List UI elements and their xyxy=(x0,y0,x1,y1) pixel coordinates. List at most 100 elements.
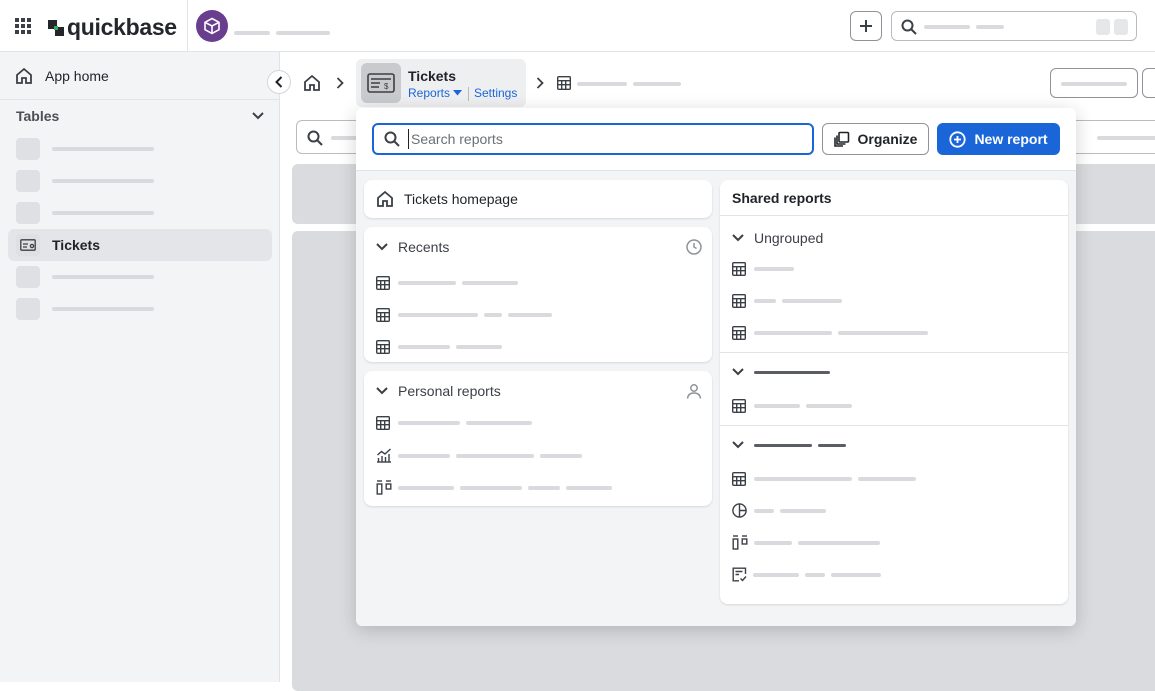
shared-report-item[interactable] xyxy=(732,262,794,276)
new-report-label: New report xyxy=(974,131,1048,147)
homepage-label: Tickets homepage xyxy=(404,191,518,207)
breadcrumb-table[interactable]: $ Tickets Reports Settings xyxy=(356,59,526,107)
table-icon xyxy=(557,76,571,90)
divider xyxy=(720,352,1068,353)
sidebar-table-item[interactable] xyxy=(8,197,272,229)
tables-header[interactable]: Tables xyxy=(16,108,264,124)
personal-report-item[interactable] xyxy=(376,416,532,430)
shared-report-item[interactable] xyxy=(732,472,916,486)
chevron-right-icon xyxy=(536,77,544,89)
toolbar-button[interactable] xyxy=(1050,68,1138,98)
organize-label: Organize xyxy=(857,131,918,147)
personal-reports-header[interactable]: Personal reports xyxy=(376,383,702,399)
sidebar-table-item[interactable] xyxy=(8,293,272,325)
table-icon xyxy=(376,308,390,322)
pie-chart-icon xyxy=(732,503,747,518)
search-reports-input[interactable] xyxy=(408,129,798,149)
chart-icon xyxy=(377,448,391,463)
recent-report-item[interactable] xyxy=(376,308,552,322)
sidebar-item-tickets[interactable]: Tickets xyxy=(8,229,272,261)
home-icon xyxy=(16,67,32,84)
app-home-label: App home xyxy=(45,67,109,84)
table-icon xyxy=(732,326,746,340)
search-icon xyxy=(901,19,917,35)
recent-report-item[interactable] xyxy=(376,340,502,354)
personal-reports-section: Personal reports xyxy=(364,371,712,506)
recent-report-item[interactable] xyxy=(376,276,518,290)
home-icon[interactable] xyxy=(303,74,321,92)
new-report-button[interactable]: New report xyxy=(937,123,1060,155)
shared-report-item[interactable] xyxy=(732,294,842,308)
search-icon xyxy=(307,130,323,146)
shared-report-item[interactable] xyxy=(732,567,881,582)
report-group-header[interactable] xyxy=(732,441,846,449)
global-search-input[interactable] xyxy=(891,11,1137,41)
brand-logo[interactable]: quickbase xyxy=(48,14,177,41)
link-separator xyxy=(468,87,469,101)
divider xyxy=(720,215,1068,216)
recents-title: Recents xyxy=(398,239,450,255)
toolbar-button[interactable] xyxy=(1142,68,1155,98)
tables-title: Tables xyxy=(16,108,60,124)
reports-dropdown-link[interactable]: Reports xyxy=(408,86,463,100)
personal-report-item[interactable] xyxy=(376,480,612,495)
ungrouped-header[interactable]: Ungrouped xyxy=(732,230,823,246)
recents-section: Recents xyxy=(364,227,712,362)
divider xyxy=(720,425,1068,426)
breadcrumb-table-name: Tickets xyxy=(408,68,456,84)
shared-report-item[interactable] xyxy=(732,326,928,340)
table-icon xyxy=(376,416,390,430)
quickbase-logo-icon xyxy=(48,19,64,36)
brand-name: quickbase xyxy=(67,14,177,40)
search-reports-field[interactable] xyxy=(372,123,814,155)
chevron-down-icon xyxy=(732,234,744,242)
personal-reports-title: Personal reports xyxy=(398,383,501,399)
top-bar: quickbase xyxy=(0,0,1155,52)
table-icon xyxy=(732,399,746,413)
shared-report-item[interactable] xyxy=(732,535,880,550)
chevron-down-icon xyxy=(732,368,744,376)
shared-report-item[interactable] xyxy=(732,503,826,518)
report-group-header[interactable] xyxy=(732,368,830,376)
shared-reports-section: Shared reports Ungrouped xyxy=(720,180,1068,604)
ticket-icon: $ xyxy=(361,63,401,103)
reports-panel-toolbar: Organize New report xyxy=(356,108,1076,171)
sidebar: App home Tables Tickets xyxy=(0,52,280,682)
table-homepage-link[interactable]: Tickets homepage xyxy=(364,180,712,218)
add-button[interactable] xyxy=(850,11,882,41)
settings-link[interactable]: Settings xyxy=(474,86,517,100)
table-icon xyxy=(376,340,390,354)
sidebar-table-item[interactable] xyxy=(8,133,272,165)
app-home-link[interactable]: App home xyxy=(0,52,279,100)
personal-report-item[interactable] xyxy=(376,448,582,463)
chevron-down-icon xyxy=(732,441,744,449)
app-avatar[interactable] xyxy=(196,10,228,42)
shared-report-item[interactable] xyxy=(732,399,852,413)
recents-header[interactable]: Recents xyxy=(376,239,702,255)
caret-down-icon xyxy=(453,90,463,96)
chevron-down-icon xyxy=(252,112,264,120)
kanban-icon xyxy=(376,480,392,495)
collapse-sidebar-button[interactable] xyxy=(267,70,291,94)
reports-link-label: Reports xyxy=(408,86,451,100)
reports-panel: Organize New report Tickets homepage Rec… xyxy=(356,108,1076,626)
plus-icon xyxy=(860,20,872,32)
table-icon xyxy=(732,262,746,276)
app-name-placeholder xyxy=(234,24,330,42)
apps-grid-icon[interactable] xyxy=(15,18,31,34)
chevron-down-icon xyxy=(376,387,388,395)
breadcrumb: $ Tickets Reports Settings xyxy=(281,52,1155,112)
home-icon xyxy=(377,190,393,207)
chevron-down-icon xyxy=(376,243,388,251)
svg-text:$: $ xyxy=(384,82,389,91)
shortcut-key xyxy=(1114,19,1128,35)
sidebar-table-item[interactable] xyxy=(8,165,272,197)
sidebar-table-item[interactable] xyxy=(8,261,272,293)
sidebar-item-label: Tickets xyxy=(52,237,100,253)
clock-icon xyxy=(686,239,702,255)
plus-circle-icon xyxy=(949,130,967,148)
user-icon xyxy=(686,384,702,399)
top-divider xyxy=(187,0,188,52)
table-icon xyxy=(732,294,746,308)
organize-button[interactable]: Organize xyxy=(822,123,929,155)
